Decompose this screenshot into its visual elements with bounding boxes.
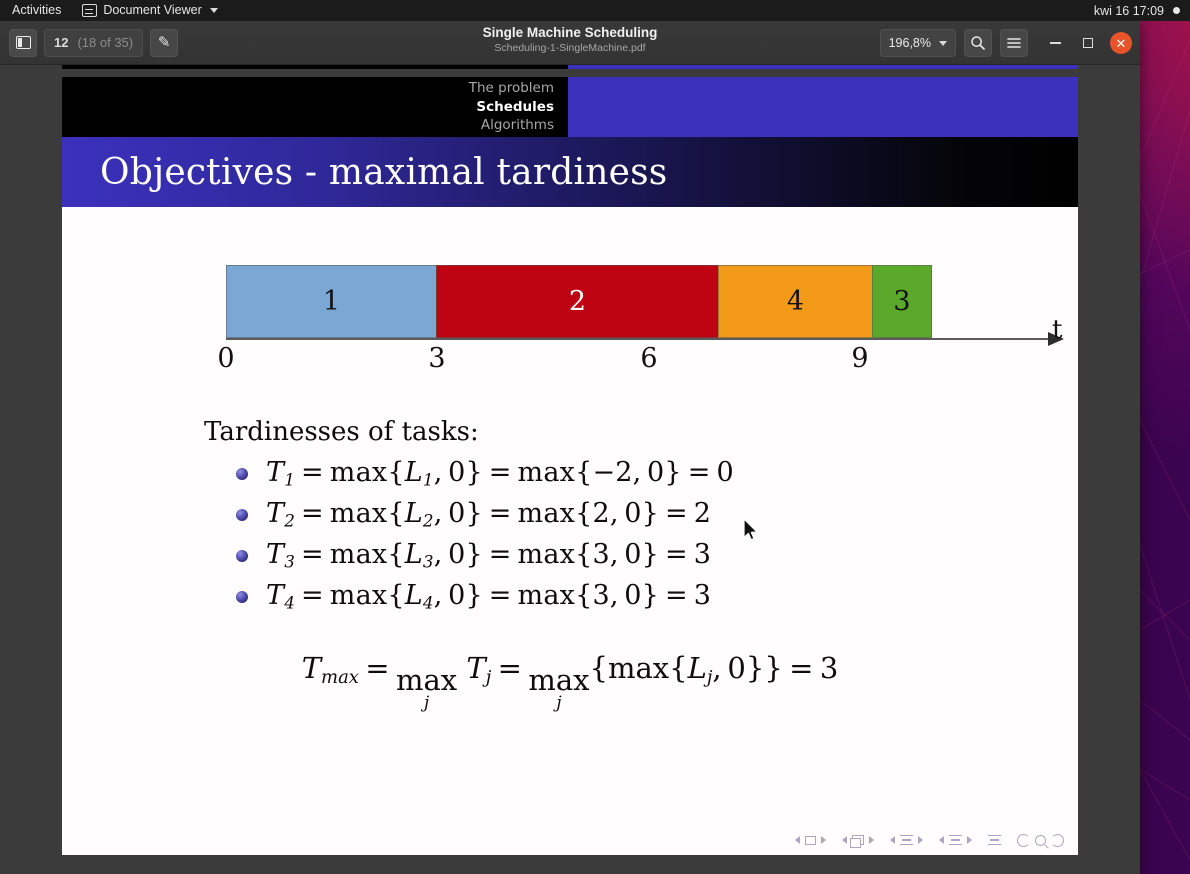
gantt-tick-3: 3 xyxy=(428,343,446,374)
tmax-formula: Tmax = max j Tj = max j {max{Lj, 0}} = 3 xyxy=(301,651,839,713)
minimize-icon xyxy=(1049,42,1061,44)
system-menu-icon[interactable] xyxy=(1173,7,1180,14)
annotate-pen-icon: ✎ xyxy=(157,34,171,51)
maximize-button[interactable] xyxy=(1077,32,1099,54)
document-scroll-area[interactable]: Tomasz Primke Single Machine Scheduling … xyxy=(0,65,1140,874)
tardiness-list: T1 = max{L1, 0} = max{−2, 0} = 0 T2 = max{L2, 0}… xyxy=(62,455,1078,615)
search-icon[interactable] xyxy=(1035,834,1046,846)
beamer-slide: Tomasz Primke Single Machine Scheduling … xyxy=(62,65,1078,855)
page-number-value: 12 xyxy=(54,35,69,50)
document-viewer-icon xyxy=(82,4,98,17)
window-header-bar: 12 (18 of 35) ✎ Single Machine Schedulin… xyxy=(0,21,1140,65)
list-item: T4 = max{L4, 0} = max{3, 0} = 3 xyxy=(236,578,1078,615)
section-nav-group[interactable] xyxy=(890,835,923,845)
search-nav-group[interactable] xyxy=(1017,833,1064,847)
back-icon[interactable] xyxy=(1017,833,1030,847)
document-marker-icon[interactable] xyxy=(988,835,1001,845)
hamburger-menu-icon xyxy=(1007,38,1021,48)
bullet-dot-icon xyxy=(236,467,248,480)
gantt-bar-label: 2 xyxy=(568,286,587,317)
document-viewer-window: 12 (18 of 35) ✎ Single Machine Schedulin… xyxy=(0,21,1140,874)
frame-prev-icon[interactable] xyxy=(795,836,800,844)
gantt-time-axis xyxy=(226,338,1054,340)
activities-button[interactable]: Activities xyxy=(0,0,72,21)
part-next-icon[interactable] xyxy=(967,836,972,844)
subsection-prev-icon[interactable] xyxy=(842,836,847,844)
slide-body: 1 2 4 3 t 0 3 6 9 Tardinesses of tasks: … xyxy=(62,265,1078,855)
maximize-icon xyxy=(1083,38,1093,48)
slide-bar-gap xyxy=(62,69,1078,77)
gantt-bar-label: 3 xyxy=(893,286,911,317)
zoom-value: 196,8% xyxy=(888,36,931,50)
tardiness-equation-3: T3 = max{L3, 0} = max{3, 0} = 3 xyxy=(266,539,712,572)
gantt-tick-6: 6 xyxy=(640,343,658,374)
subsection-nav-group[interactable] xyxy=(842,835,874,848)
gantt-bar-task-1: 1 xyxy=(226,265,437,338)
bullet-dot-icon xyxy=(236,549,248,562)
frame-next-icon[interactable] xyxy=(821,836,826,844)
gantt-bar-task-2: 2 xyxy=(436,265,719,338)
gantt-tick-9: 9 xyxy=(851,343,869,374)
slide-section-bar-right xyxy=(568,77,1078,137)
section-prev-icon[interactable] xyxy=(890,836,895,844)
section-next-icon[interactable] xyxy=(918,836,923,844)
gnome-top-bar: Activities Document Viewer kwi 16 17:09 xyxy=(0,0,1190,21)
gantt-chart: 1 2 4 3 t 0 3 6 9 xyxy=(62,265,1078,383)
beamer-navigation-bar xyxy=(62,829,1078,851)
list-item: T1 = max{L1, 0} = max{−2, 0} = 0 xyxy=(236,455,1078,492)
subsection-marker-icon[interactable] xyxy=(850,835,864,848)
gantt-bar-task-4: 4 xyxy=(718,265,873,338)
section-marker-icon[interactable] xyxy=(900,835,913,845)
forward-icon[interactable] xyxy=(1051,833,1064,847)
tardiness-equation-1: T1 = max{L1, 0} = max{−2, 0} = 0 xyxy=(266,457,734,490)
gantt-axis-label: t xyxy=(1052,315,1063,345)
slide-section-list: The problem Schedules Algorithms xyxy=(62,77,568,137)
section-item-algorithms[interactable]: Algorithms xyxy=(481,116,554,135)
gantt-bar-task-3: 3 xyxy=(872,265,932,338)
gantt-tick-0: 0 xyxy=(217,343,235,374)
page-number-input[interactable]: 12 (18 of 35) xyxy=(44,28,144,57)
minimize-button[interactable] xyxy=(1044,32,1066,54)
chevron-down-icon xyxy=(209,8,218,13)
main-menu-button[interactable] xyxy=(1000,29,1028,57)
frame-marker-icon[interactable] xyxy=(805,835,816,845)
search-icon xyxy=(971,36,985,50)
slide-title-band: Objectives - maximal tardiness xyxy=(62,137,1078,207)
clock[interactable]: kwi 16 17:09 xyxy=(1094,4,1164,18)
close-button[interactable]: ✕ xyxy=(1110,32,1132,54)
part-prev-icon[interactable] xyxy=(939,836,944,844)
page-total-label: (18 of 35) xyxy=(77,35,134,50)
frame-nav-group[interactable] xyxy=(795,835,826,845)
app-menu-button[interactable]: Document Viewer xyxy=(72,0,227,21)
bullet-dot-icon xyxy=(236,590,248,603)
tardiness-lead-text: Tardinesses of tasks: xyxy=(204,417,479,447)
subsection-next-icon[interactable] xyxy=(869,836,874,844)
app-menu-label: Document Viewer xyxy=(103,3,202,17)
pdf-page: Tomasz Primke Single Machine Scheduling … xyxy=(62,65,1078,855)
tardiness-equation-2: T2 = max{L2, 0} = max{2, 0} = 2 xyxy=(266,498,712,531)
part-marker-icon[interactable] xyxy=(949,835,962,845)
gantt-bar-label: 1 xyxy=(322,286,341,317)
tardiness-equation-4: T4 = max{L4, 0} = max{3, 0} = 3 xyxy=(266,580,712,613)
annotate-button[interactable]: ✎ xyxy=(150,28,179,57)
section-item-the-problem[interactable]: The problem xyxy=(469,79,554,98)
chevron-down-icon xyxy=(939,40,947,46)
slide-section-bar: The problem Schedules Algorithms xyxy=(62,77,1078,137)
list-item: T2 = max{L2, 0} = max{2, 0} = 2 xyxy=(236,496,1078,533)
search-button[interactable] xyxy=(964,29,992,57)
slide-title: Objectives - maximal tardiness xyxy=(100,151,668,193)
zoom-select[interactable]: 196,8% xyxy=(879,29,956,57)
list-item: T3 = max{L3, 0} = max{3, 0} = 3 xyxy=(236,537,1078,574)
section-item-schedules[interactable]: Schedules xyxy=(476,98,554,117)
sidebar-toggle-button[interactable] xyxy=(9,28,37,57)
gantt-bar-label: 4 xyxy=(786,286,805,317)
close-icon: ✕ xyxy=(1115,35,1127,51)
gantt-bars: 1 2 4 3 xyxy=(226,265,932,338)
part-nav-group[interactable] xyxy=(939,835,972,845)
bullet-dot-icon xyxy=(236,508,248,521)
sidebar-toggle-icon xyxy=(15,36,31,49)
